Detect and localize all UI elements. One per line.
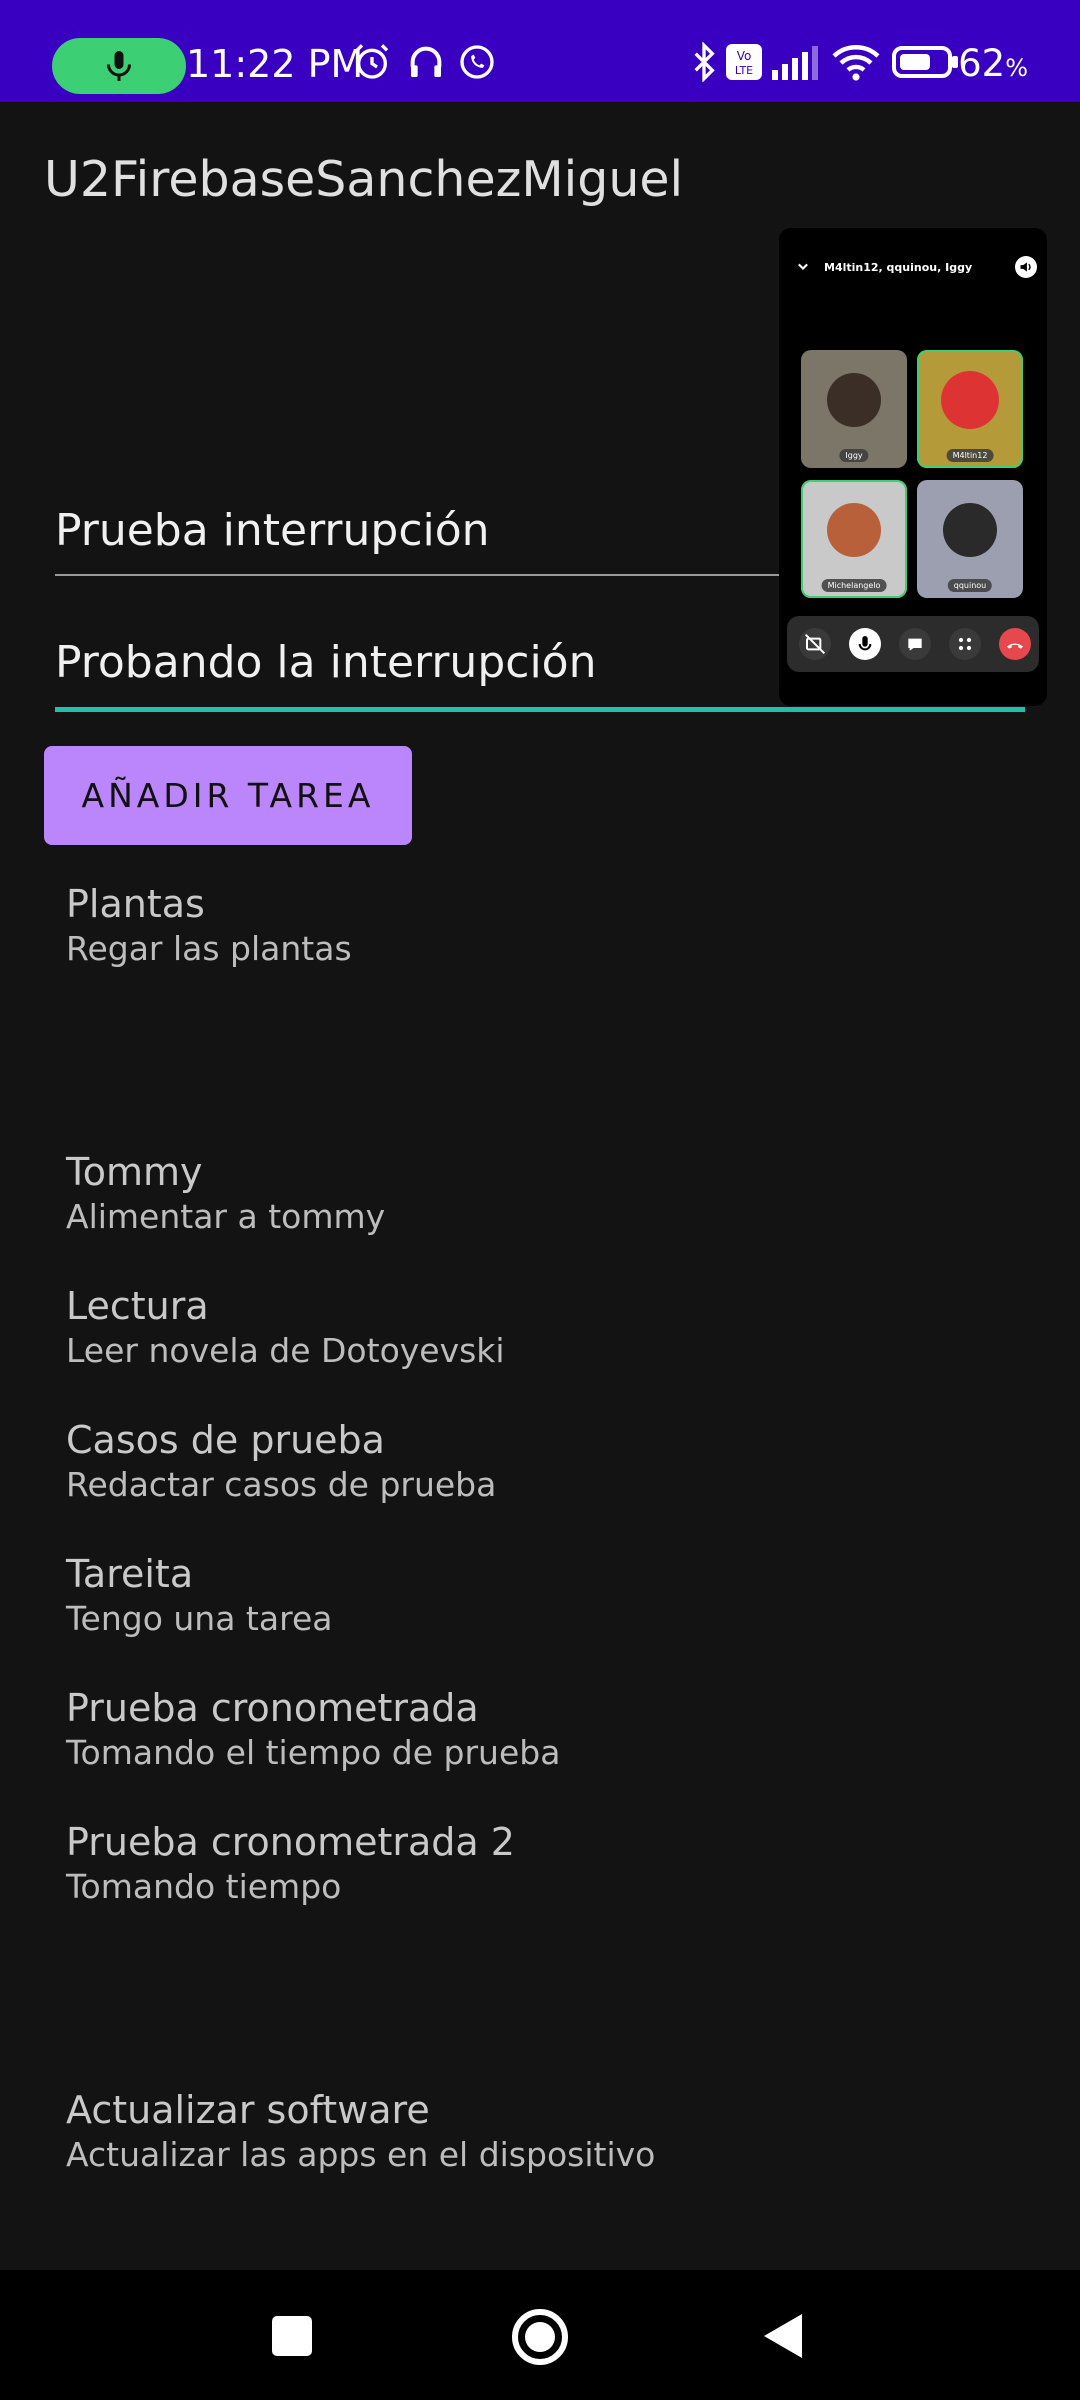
recents-button-icon[interactable] [270,2314,314,2358]
participant-name: Iggy [839,449,869,462]
task-description: Redactar casos de prueba [66,1465,497,1504]
volte-icon: Vo LTE [726,44,762,80]
task-description: Leer novela de Dotoyevski [66,1331,505,1370]
list-item[interactable]: Lectura Leer novela de Dotoyevski [66,1282,505,1372]
signal-icon [772,46,818,80]
speaker-icon [1020,262,1031,272]
alarm-icon [355,44,389,79]
avatar [827,502,881,557]
apps-grid-icon [958,637,972,651]
chat-button[interactable] [899,628,931,660]
task-title: Casos de prueba [66,1418,385,1462]
task-title: Prueba cronometrada [66,1686,479,1730]
task-title: Tommy [66,1150,203,1194]
battery-icon [892,46,958,78]
camera-off-button[interactable] [799,628,831,660]
task-title: Plantas [66,882,205,926]
list-item[interactable]: Plantas Regar las plantas [66,880,352,970]
task-title: Prueba cronometrada 2 [66,1820,515,1864]
participant-tile[interactable]: qquinou [917,480,1023,598]
list-item[interactable]: Casos de prueba Redactar casos de prueba [66,1416,496,1506]
more-apps-button[interactable] [949,628,981,660]
call-participants: M4ltin12, qquinou, Iggy [824,261,973,274]
battery-percent: 62% [958,42,1028,85]
field-focus-underline [55,707,1025,712]
status-bar: 11:22 PM Vo LTE 62% [0,0,1080,102]
active-mic-indicator[interactable] [52,38,186,94]
avatar [827,372,881,427]
task-description: Tomando el tiempo de prueba [66,1733,561,1772]
list-item[interactable]: Prueba cronometrada Tomando el tiempo de… [66,1684,560,1774]
pip-call-header: M4ltin12, qquinou, Iggy [779,256,1047,280]
svg-text:LTE: LTE [735,64,753,77]
participant-name: Michelangelo [821,579,887,592]
bluetooth-icon [694,42,715,82]
list-item[interactable]: Prueba cronometrada 2 Tomando tiempo [66,1818,515,1908]
participant-name: M4ltin12 [946,449,994,462]
chat-icon [908,638,922,651]
participant-tile[interactable]: Iggy [801,350,907,468]
task-description: Tomando tiempo [66,1867,342,1906]
camera-off-icon [804,633,826,655]
end-call-button[interactable] [999,628,1031,660]
task-title-field[interactable] [55,500,785,576]
navigation-bar [0,2270,1080,2400]
task-title-input[interactable] [55,500,785,560]
list-item[interactable]: Tareita Tengo una tarea [66,1550,332,1640]
task-title: Lectura [66,1284,209,1328]
speaker-button[interactable] [1015,256,1037,278]
mic-icon [107,51,131,81]
task-title: Tareita [66,1552,194,1596]
avatar [941,370,999,429]
participant-tile[interactable]: Michelangelo [801,480,907,598]
list-item[interactable]: Actualizar software Actualizar las apps … [66,2086,655,2176]
avatar [943,502,997,557]
hang-up-icon [1007,643,1023,649]
headphones-icon [410,46,442,77]
task-description: Regar las plantas [66,929,352,968]
participant-name: qquinou [947,579,993,592]
home-button-icon[interactable] [511,2308,569,2366]
app-title: U2FirebaseSanchezMiguel [44,151,684,208]
whatsapp-icon [460,45,494,79]
chevron-down-icon[interactable] [793,256,813,276]
wifi-icon [832,45,880,81]
task-title: Actualizar software [66,2088,430,2132]
list-item[interactable]: Tommy Alimentar a tommy [66,1148,385,1238]
task-description: Alimentar a tommy [66,1197,386,1236]
mic-icon [858,636,872,651]
back-button-icon[interactable] [762,2312,804,2360]
add-task-button[interactable]: AÑADIR TAREA [44,746,412,845]
mic-button[interactable] [849,628,881,660]
pip-video-call[interactable]: M4ltin12, qquinou, Iggy Iggy M4ltin12 Mi… [779,228,1047,706]
task-description: Actualizar las apps en el dispositivo [66,2135,656,2174]
participant-tile[interactable]: M4ltin12 [917,350,1023,468]
clock: 11:22 PM [186,42,364,86]
field-underline [55,574,785,576]
svg-text:Vo: Vo [737,49,752,63]
task-description: Tengo una tarea [66,1599,333,1638]
call-controls [787,616,1039,672]
